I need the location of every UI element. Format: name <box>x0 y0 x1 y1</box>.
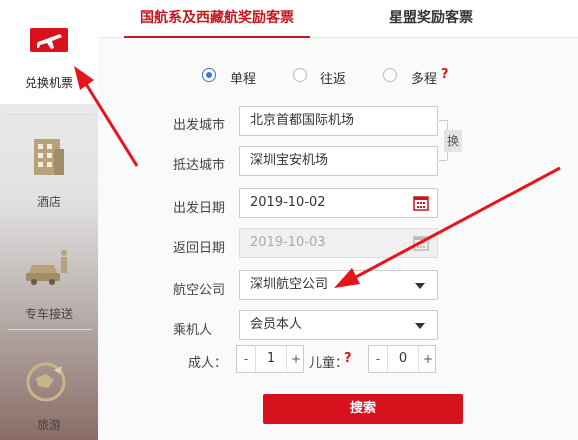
chevron-down-icon <box>415 323 425 329</box>
radio-multi-city-label: 多程 <box>411 72 438 87</box>
hotel-building-icon <box>34 139 64 175</box>
divider <box>8 219 92 220</box>
tab-bar: 国航系及西藏航奖励客票 星盟奖励客票 <box>98 0 578 38</box>
passenger-select[interactable]: 会员本人 <box>239 310 438 340</box>
adults-label: 成人： <box>188 356 228 371</box>
tab-air-china-award[interactable]: 国航系及西藏航奖励客票 <box>124 0 310 38</box>
car-pickup-icon <box>26 250 67 285</box>
sidebar-item-label: 酒店 <box>36 195 61 209</box>
divider <box>8 329 92 330</box>
search-button[interactable]: 搜索 <box>263 394 463 424</box>
radio-round-trip[interactable] <box>293 68 307 82</box>
radio-one-way-label: 单程 <box>230 72 257 87</box>
airline-label: 航空公司 <box>173 283 226 298</box>
calendar-icon[interactable] <box>413 195 429 211</box>
departure-date-label: 出发日期 <box>173 201 226 216</box>
passenger-value: 会员本人 <box>250 317 303 332</box>
airline-select[interactable]: 深圳航空公司 <box>239 270 438 300</box>
adults-count[interactable]: 1 <box>255 346 287 372</box>
return-date-value: 2019-10-03 <box>250 235 326 250</box>
departure-city-input[interactable]: 北京首都国际机场 <box>239 106 438 136</box>
adults-minus-button[interactable]: - <box>237 346 255 372</box>
sidebar-item-travel[interactable]: 旅游 <box>0 340 98 440</box>
main-panel: 国航系及西藏航奖励客票 星盟奖励客票 单程 往返 多程 ? 出发城市 北京首都国… <box>98 0 578 440</box>
children-count[interactable]: 0 <box>387 346 419 372</box>
sidebar-item-label: 旅游 <box>36 418 61 432</box>
adults-plus-button[interactable]: + <box>287 346 305 372</box>
help-icon[interactable]: ? <box>441 67 449 82</box>
children-minus-button[interactable]: - <box>369 346 387 372</box>
calendar-icon <box>413 236 429 251</box>
sidebar-item-label: 专车接送 <box>24 307 73 321</box>
children-help-icon[interactable]: ? <box>344 351 352 366</box>
departure-date-input[interactable]: 2019-10-02 <box>239 188 438 218</box>
children-plus-button[interactable]: + <box>419 346 437 372</box>
airline-value: 深圳航空公司 <box>250 277 329 292</box>
chevron-down-icon <box>415 283 425 289</box>
departure-city-label: 出发城市 <box>173 118 226 133</box>
departure-date-value: 2019-10-02 <box>250 195 326 210</box>
return-date-input: 2019-10-03 <box>239 228 438 258</box>
radio-round-trip-label: 往返 <box>320 72 347 87</box>
children-stepper: - 0 + <box>368 345 436 373</box>
sidebar-item-flight-exchange[interactable]: 兑换机票 <box>0 0 98 104</box>
travel-globe-icon <box>26 362 66 402</box>
tab-star-alliance-award[interactable]: 星盟奖励客票 <box>366 0 496 38</box>
passenger-label: 乘机人 <box>173 323 213 338</box>
sidebar-item-hotel[interactable]: 酒店 <box>0 115 98 219</box>
children-label: 儿童： <box>309 356 349 371</box>
sidebar-item-label: 兑换机票 <box>24 76 73 90</box>
sidebar-item-car-pickup[interactable]: 专车接送 <box>0 225 98 329</box>
sidebar: 兑换机票 酒店 专车接送 旅游 <box>0 0 98 440</box>
return-date-label: 返回日期 <box>173 241 226 256</box>
booking-form: 单程 往返 多程 ? 出发城市 北京首都国际机场 抵达城市 深圳宝安机场 换 出… <box>98 38 578 440</box>
arrival-city-label: 抵达城市 <box>173 158 226 173</box>
arrival-city-input[interactable]: 深圳宝安机场 <box>239 146 438 176</box>
plane-ticket-icon <box>30 28 68 52</box>
radio-multi-city[interactable] <box>383 68 397 82</box>
radio-one-way-checked[interactable] <box>202 68 216 82</box>
adults-stepper: - 1 + <box>236 345 304 373</box>
swap-cities-button[interactable]: 换 <box>444 130 462 152</box>
